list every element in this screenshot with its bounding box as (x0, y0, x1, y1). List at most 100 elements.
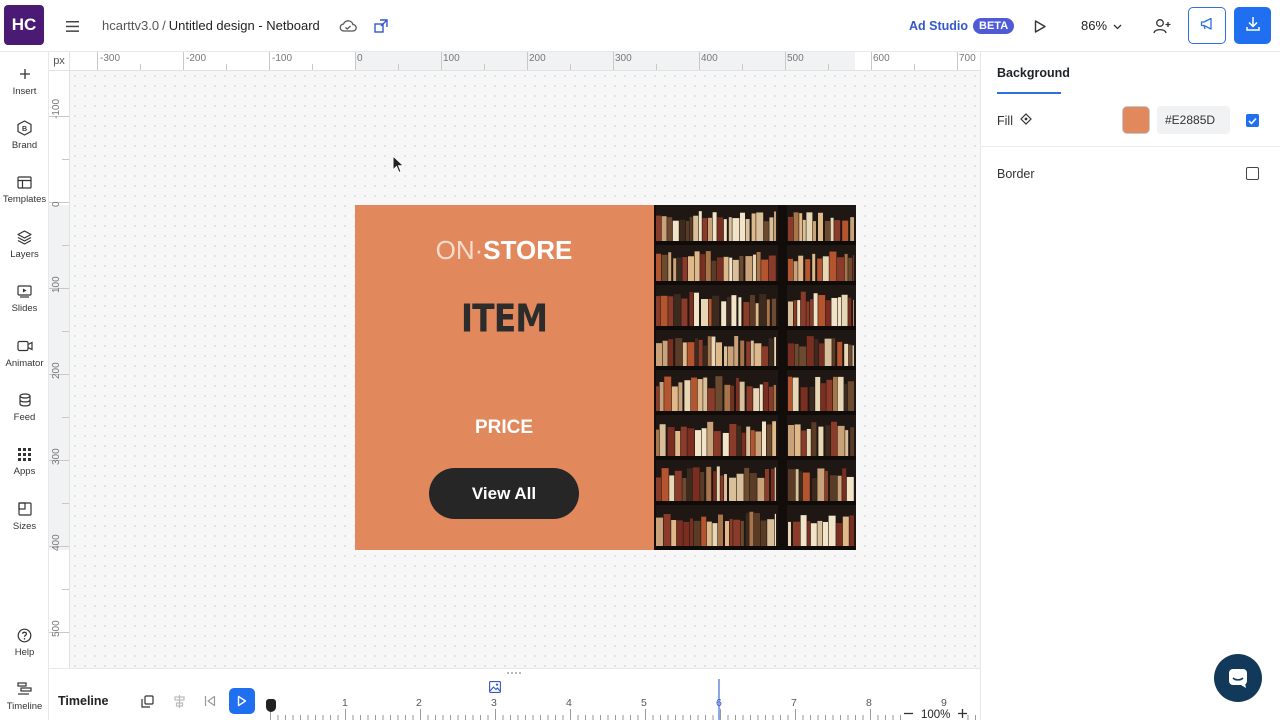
ruler-label: 400 (51, 534, 62, 551)
timeline-icon (16, 680, 34, 698)
timeline-second-label: 8 (866, 697, 872, 709)
sidebar-item-apps[interactable]: Apps (0, 445, 49, 489)
design-canvas[interactable]: ON·STORE ITEM PRICE View All (70, 71, 980, 668)
mouse-cursor-icon (392, 155, 405, 174)
chevron-down-icon (1113, 18, 1122, 33)
download-icon (1245, 16, 1260, 36)
timeline-play-button[interactable] (229, 688, 255, 714)
skip-back-icon[interactable] (202, 693, 218, 709)
duplicate-icon[interactable] (139, 693, 155, 709)
sidebar-item-animator[interactable]: Animator (0, 337, 49, 381)
timeline-second-label: 5 (641, 697, 647, 709)
border-enabled-checkbox[interactable] (1246, 167, 1259, 180)
bookshelf-image[interactable] (654, 205, 856, 550)
add-user-icon[interactable] (1151, 15, 1173, 37)
zoom-out-icon[interactable] (904, 709, 913, 720)
timeline-second-label: 3 (491, 697, 497, 709)
align-icon[interactable] (171, 693, 187, 709)
workspace-link[interactable]: hcarttv3.0 (102, 18, 159, 33)
timeline-title: Timeline (58, 694, 109, 708)
sizes-icon (16, 500, 34, 518)
timeline-second-label: 9 (941, 697, 947, 709)
zoom-in-icon[interactable] (958, 709, 968, 720)
brand-icon: B (16, 119, 34, 137)
image-icon[interactable] (489, 680, 501, 698)
chat-icon (1229, 669, 1247, 688)
breadcrumb: hcarttv3.0/Untitled design - Netboard (102, 18, 320, 33)
timeline-panel: Timeline 1 2 3 4 5 6 7 8 9 100% (49, 668, 980, 720)
sidebar-item-label: Help (14, 647, 35, 658)
timeline-second-label: 1 (342, 697, 348, 709)
play-icon (237, 695, 247, 707)
fill-enabled-checkbox[interactable] (1246, 114, 1259, 127)
tab-background[interactable]: Background (997, 66, 1070, 94)
download-button[interactable] (1234, 7, 1271, 44)
sidebar-item-label: Animator (5, 358, 44, 369)
ruler-label: -100 (51, 98, 62, 119)
brand-logo-text[interactable]: ON·STORE (355, 235, 653, 266)
slides-icon (16, 282, 34, 300)
ruler-ticks (97, 52, 958, 70)
sidebar-item-help[interactable]: Help (0, 626, 49, 670)
layers-icon (16, 228, 34, 246)
timeline-second-label: 4 (566, 697, 572, 709)
ruler-label: 300 (615, 53, 632, 64)
breadcrumb-separator: / (162, 18, 166, 33)
database-icon (16, 391, 34, 409)
sidebar-item-templates[interactable]: Templates (0, 173, 49, 217)
play-preview-icon[interactable] (1029, 15, 1051, 37)
item-text[interactable]: ITEM (355, 296, 653, 341)
brand-prefix: ON (435, 235, 475, 265)
timeline-second-label: 7 (791, 697, 797, 709)
horizontal-ruler[interactable]: -300 -200 -100 0 100 200 300 400 500 600… (70, 52, 980, 71)
fill-hex-input[interactable] (1157, 106, 1230, 134)
sidebar-item-slides[interactable]: Slides (0, 282, 49, 326)
left-sidebar: Insert B Brand Templates Layers Slides A… (0, 52, 49, 720)
ruler-label: 500 (787, 53, 804, 64)
brand-dot: · (474, 235, 484, 265)
ruler-label: 0 (51, 201, 62, 207)
ruler-label: -300 (100, 53, 121, 64)
resize-icon[interactable] (370, 15, 392, 37)
menu-icon[interactable] (62, 16, 82, 36)
zoom-dropdown[interactable]: 86% (1081, 18, 1122, 33)
fill-label: Fill (997, 113, 1013, 128)
fill-color-swatch[interactable] (1122, 106, 1150, 134)
sidebar-item-label: Templates (2, 194, 47, 205)
check-icon (1248, 117, 1257, 125)
timeline-zoom-value: 100% (921, 709, 951, 720)
view-all-button[interactable]: View All (429, 468, 579, 519)
vertical-ruler[interactable]: -100 0 100 200 300 400 500 (49, 71, 70, 668)
share-button[interactable] (1188, 7, 1226, 44)
artboard[interactable]: ON·STORE ITEM PRICE View All (355, 205, 856, 550)
sidebar-item-label: Feed (13, 412, 36, 423)
border-label: Border (997, 167, 1035, 181)
app-logo[interactable]: HC (4, 5, 44, 45)
ruler-label: 300 (51, 448, 62, 465)
megaphone-icon (1200, 17, 1215, 35)
design-title[interactable]: Untitled design - Netboard (169, 18, 320, 33)
top-bar: HC hcarttv3.0/Untitled design - Netboard… (0, 0, 1280, 52)
border-row: Border (997, 167, 1035, 181)
ad-studio-label: Ad Studio (909, 19, 969, 33)
playhead[interactable] (266, 699, 276, 712)
timeline-ticks (270, 709, 976, 720)
diamond-icon[interactable] (1020, 113, 1032, 128)
chat-support-button[interactable] (1214, 654, 1262, 702)
beta-badge: BETA (973, 18, 1015, 34)
sidebar-item-insert[interactable]: Insert (0, 65, 49, 109)
sidebar-item-sizes[interactable]: Sizes (0, 500, 49, 544)
ad-studio-button[interactable]: Ad Studio BETA (909, 18, 1015, 34)
grid-icon (16, 445, 34, 463)
svg-text:B: B (22, 126, 27, 133)
cloud-saved-icon[interactable] (337, 15, 359, 37)
plus-icon (16, 65, 34, 83)
sidebar-item-feed[interactable]: Feed (0, 391, 49, 435)
price-text[interactable]: PRICE (355, 417, 653, 439)
sidebar-item-brand[interactable]: B Brand (0, 119, 49, 163)
ruler-label: 100 (51, 276, 62, 293)
timeline-track[interactable]: 1 2 3 4 5 6 7 8 9 (266, 669, 980, 720)
brand-suffix: STORE (483, 235, 573, 265)
sidebar-item-timeline[interactable]: Timeline (0, 680, 49, 720)
sidebar-item-layers[interactable]: Layers (0, 228, 49, 272)
